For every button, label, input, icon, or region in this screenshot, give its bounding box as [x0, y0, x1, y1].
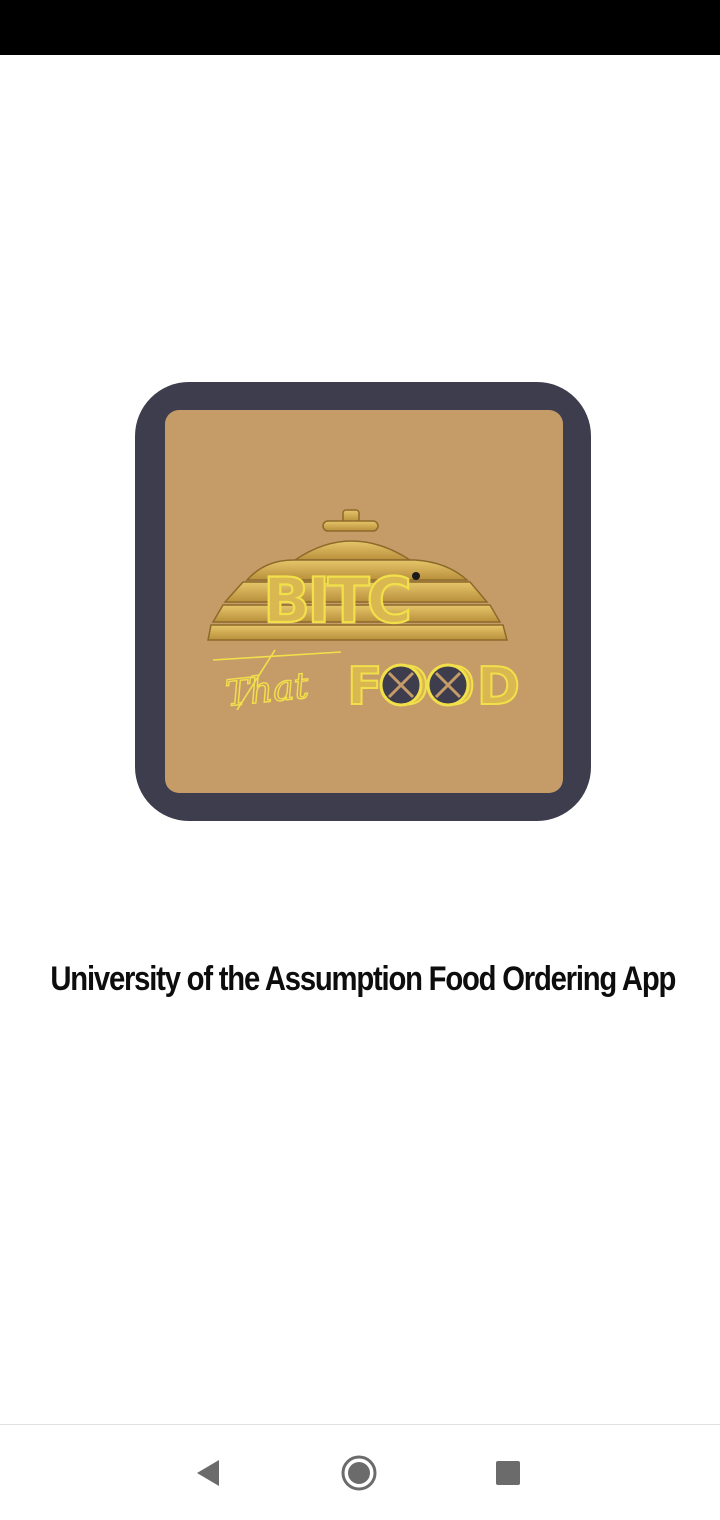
- home-button[interactable]: [329, 1447, 389, 1499]
- logo-word-bite: BITC: [263, 564, 409, 637]
- back-button[interactable]: [178, 1447, 238, 1499]
- status-bar: [0, 0, 720, 55]
- logo-background: BITC That FOOD: [165, 410, 563, 793]
- app-title: University of the Assumption Food Orderi…: [50, 960, 676, 998]
- recents-icon: [496, 1461, 520, 1485]
- home-icon: [341, 1455, 377, 1491]
- recents-button[interactable]: [478, 1447, 538, 1499]
- navigation-bar: [0, 1425, 720, 1520]
- back-icon: [197, 1460, 219, 1486]
- logo-word-that: That: [224, 665, 311, 715]
- pacman-eye-icon: [412, 572, 420, 580]
- app-logo: BITC That FOOD: [135, 382, 591, 821]
- cloche-logo-graphic: BITC That FOOD: [207, 509, 521, 718]
- cloche-handle-icon: [322, 509, 379, 532]
